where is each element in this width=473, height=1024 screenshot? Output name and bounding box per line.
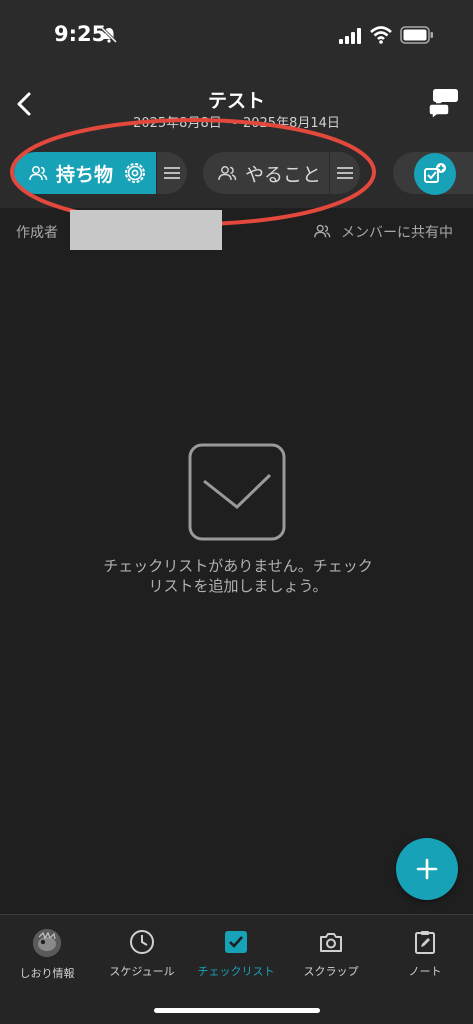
status-time: 9:25 <box>54 22 107 46</box>
tab-yarukoto[interactable]: やること <box>203 152 360 194</box>
members-icon <box>218 166 237 181</box>
chat-icon[interactable] <box>428 86 460 120</box>
nav-bar: テスト 2025年8月8日 〜 2025年8月14日 <box>0 70 473 138</box>
wifi-icon <box>370 26 392 44</box>
bottom-tab-schedule[interactable]: スケジュール <box>95 929 189 979</box>
meta-row: 作成者 メンバーに共有中 <box>0 208 473 252</box>
tab-mochimono[interactable]: 持ち物 <box>14 152 187 194</box>
status-bar: 9:25 <box>0 0 473 70</box>
clock-icon <box>130 930 154 954</box>
note-icon <box>415 931 435 954</box>
signal-icon <box>339 28 361 44</box>
page-title: テスト <box>207 90 265 112</box>
creator-label: 作成者 <box>16 225 58 241</box>
tab-drag-handle[interactable] <box>329 152 360 194</box>
trip-dates: 2025年8月8日 〜 2025年8月14日 <box>133 116 340 131</box>
tab-bar-label: スケジュール <box>109 965 175 978</box>
tab-label: 持ち物 <box>56 163 114 186</box>
members-icon <box>29 166 48 181</box>
tab-bar-label: チェックリスト <box>197 965 275 978</box>
tab-drag-handle[interactable] <box>156 152 187 194</box>
share-status: メンバーに共有中 <box>341 225 453 241</box>
home-indicator <box>154 1008 320 1013</box>
tab-bar-label: しおり情報 <box>19 967 75 980</box>
bottom-tab-scrap[interactable]: スクラップ <box>284 929 378 979</box>
battery-icon <box>400 26 433 44</box>
add-checklist-icon <box>424 163 446 183</box>
add-checklist-button[interactable] <box>414 153 456 195</box>
creator-redacted <box>70 210 222 250</box>
avatar <box>33 929 61 957</box>
members-icon <box>314 224 331 238</box>
menu-icon <box>164 167 180 179</box>
bottom-tab-checklist[interactable]: チェックリスト <box>189 929 283 979</box>
plus-icon <box>416 858 438 880</box>
checklist-tab-row: 持ち物 やること <box>0 138 473 208</box>
tab-bar-label: スクラップ <box>303 965 359 978</box>
empty-state-message: チェックリストがありません。チェックリストを追加しましょう。 <box>103 557 373 595</box>
bottom-tab-shiori-info[interactable]: しおり情報 <box>0 929 94 981</box>
bell-muted-icon <box>100 26 118 44</box>
empty-checklist-icon <box>188 443 286 541</box>
tab-mochimono-main[interactable]: 持ち物 <box>14 152 156 194</box>
checkbox-icon <box>225 931 247 953</box>
tab-yarukoto-main[interactable]: やること <box>203 152 329 194</box>
bottom-tab-note[interactable]: ノート <box>378 929 472 979</box>
tab-bar-label: ノート <box>408 965 442 978</box>
add-item-button[interactable] <box>396 838 458 900</box>
menu-icon <box>337 167 353 179</box>
tab-label: やること <box>245 163 322 186</box>
camera-icon <box>320 933 342 952</box>
gear-icon[interactable] <box>123 161 147 185</box>
